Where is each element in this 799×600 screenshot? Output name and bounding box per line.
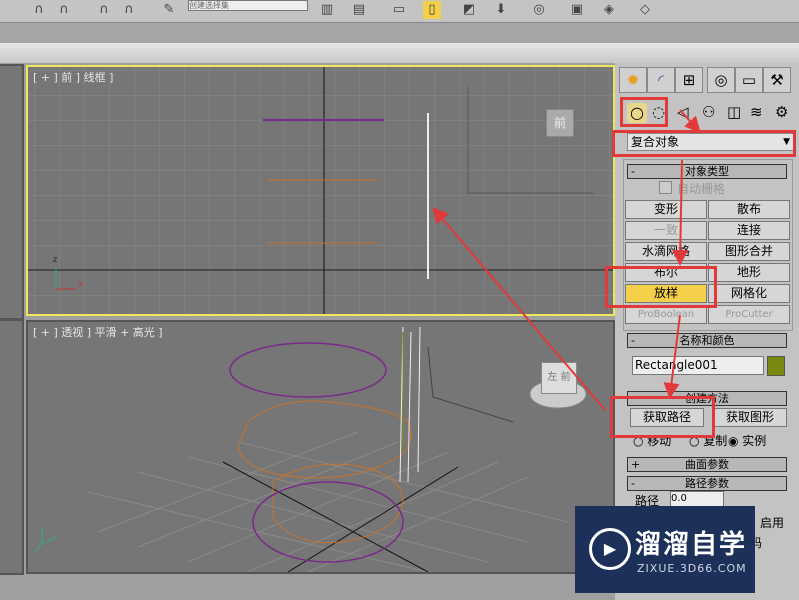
play-logo-icon: ▶ <box>589 528 631 570</box>
watermark-title: 溜溜自学 <box>635 530 748 560</box>
watermark: ▶ 溜溜自学 ZIXUE.3D66.COM <box>575 506 755 593</box>
watermark-url: ZIXUE.3D66.COM <box>637 562 747 575</box>
